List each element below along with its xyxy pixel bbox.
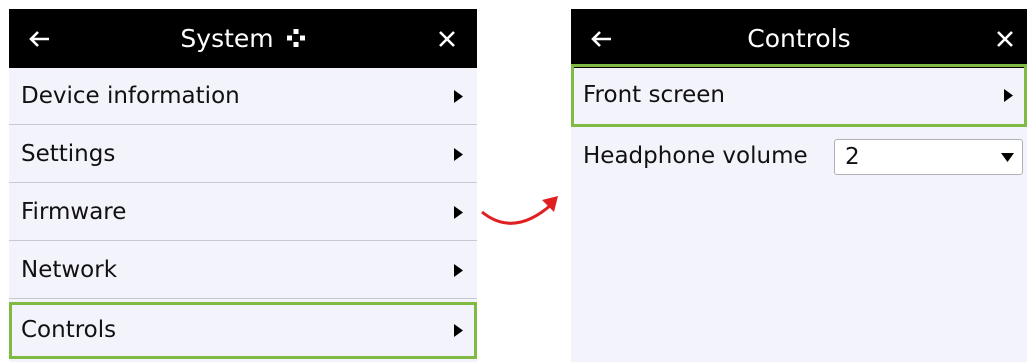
chevron-right-icon	[454, 126, 463, 183]
menu-item-label: Settings	[21, 141, 116, 167]
chevron-right-icon	[454, 242, 463, 299]
setting-label: Headphone volume	[583, 143, 808, 169]
menu-item-network[interactable]: Network	[9, 242, 477, 299]
chevron-right-icon	[1004, 67, 1013, 124]
menu-item-firmware[interactable]: Firmware	[9, 184, 477, 241]
close-icon	[997, 30, 1013, 47]
close-button[interactable]	[983, 9, 1027, 68]
page-title: Controls	[571, 9, 1027, 68]
chevron-right-icon	[454, 184, 463, 241]
gear-icon	[286, 29, 305, 47]
headphone-volume-select[interactable]: 2	[834, 139, 1023, 175]
chevron-down-icon	[1001, 140, 1014, 174]
title-bar: System	[9, 9, 477, 68]
controls-menu-panel: Controls Front screen Headphone volume 2	[571, 9, 1027, 362]
title-bar: Controls	[571, 9, 1027, 68]
close-icon	[439, 30, 455, 47]
menu-item-label: Device information	[21, 83, 240, 109]
select-value: 2	[845, 144, 860, 170]
system-menu-panel: System Device information Settings Firmw…	[9, 9, 477, 362]
close-button[interactable]	[417, 9, 477, 68]
menu-item-label: Front screen	[583, 82, 725, 108]
title-text: System	[180, 24, 274, 53]
curved-arrow-icon	[481, 196, 558, 225]
chevron-right-icon	[454, 305, 463, 356]
title-text: Controls	[747, 24, 851, 53]
page-title: System	[9, 9, 477, 68]
menu-item-label: Network	[21, 257, 118, 283]
menu-item-settings[interactable]: Settings	[9, 126, 477, 183]
headphone-volume-row: Headphone volume 2	[571, 127, 1027, 185]
menu-item-device-information[interactable]: Device information	[9, 68, 477, 125]
chevron-right-icon	[454, 68, 463, 125]
menu-item-label: Controls	[21, 317, 117, 343]
menu-item-controls[interactable]: Controls	[9, 302, 477, 359]
menu-item-label: Firmware	[21, 199, 127, 225]
menu-item-front-screen[interactable]: Front screen	[571, 64, 1027, 127]
